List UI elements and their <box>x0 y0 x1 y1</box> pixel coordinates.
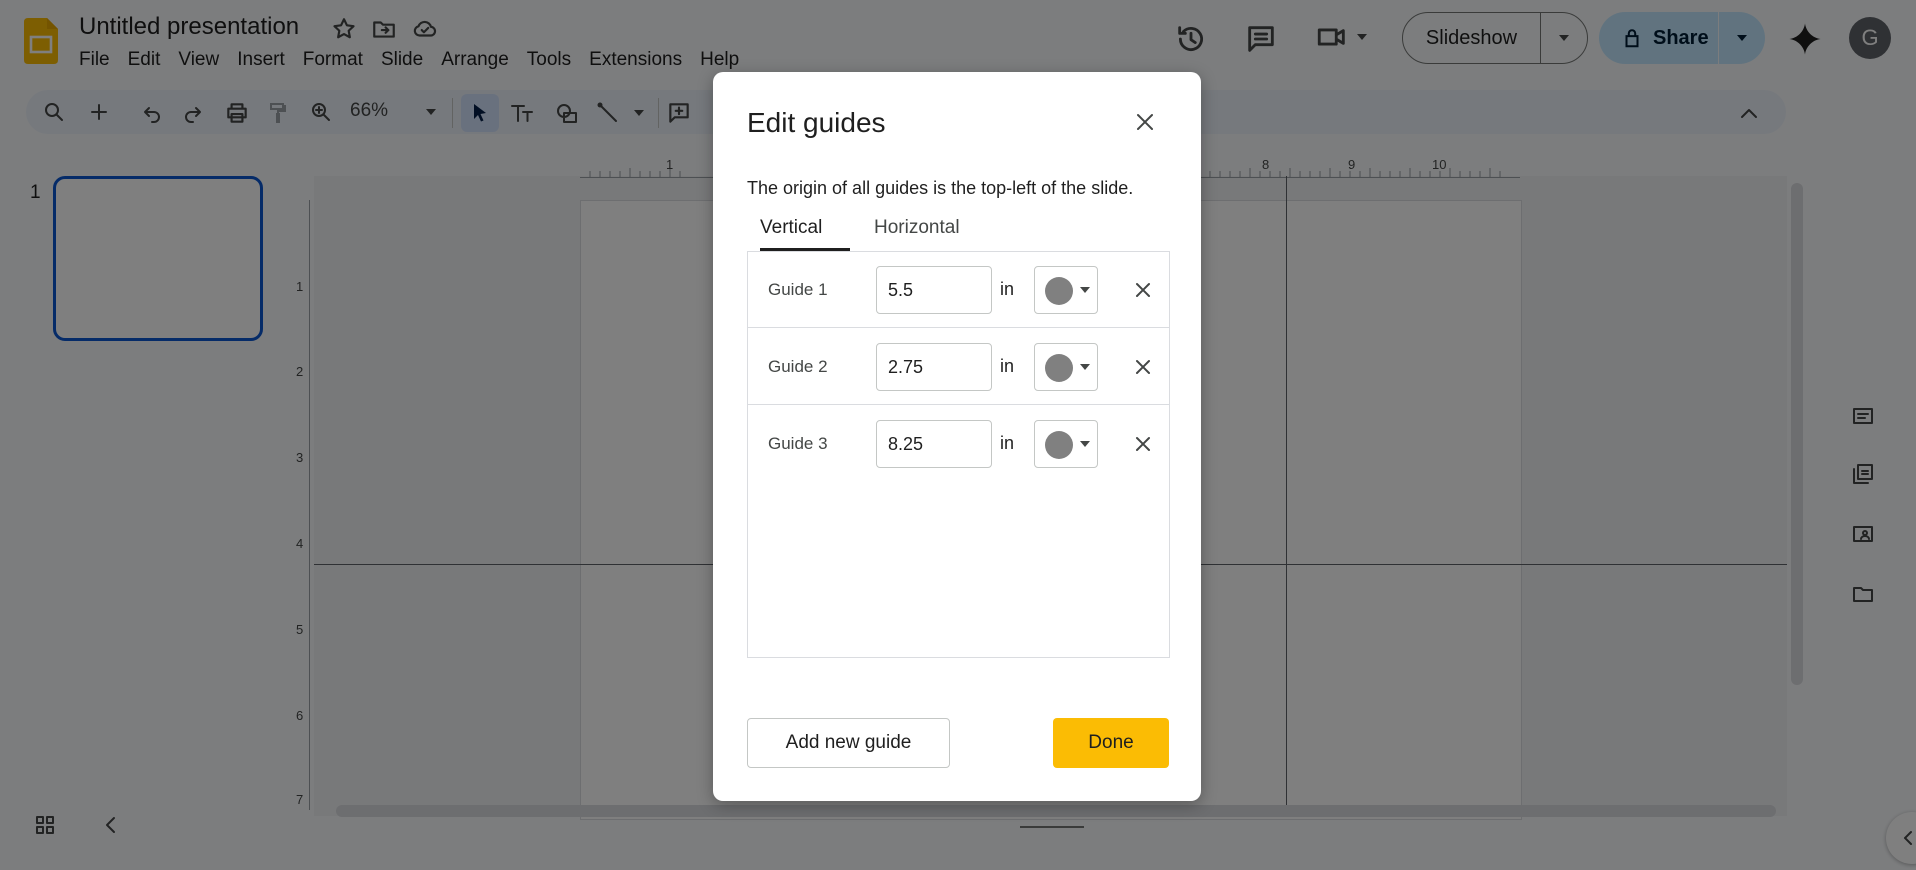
guide-label: Guide 2 <box>768 357 828 376</box>
guide-row: Guide 1 in <box>748 252 1169 328</box>
dialog-description: The origin of all guides is the top-left… <box>747 178 1134 198</box>
guide-position-input[interactable] <box>876 266 992 314</box>
add-new-guide-button[interactable]: Add new guide <box>747 718 950 768</box>
guide-position-input[interactable] <box>876 343 992 391</box>
guide-color-picker[interactable] <box>1034 420 1098 468</box>
guide-row: Guide 2 in <box>748 329 1169 405</box>
unit-label: in <box>1000 279 1015 299</box>
done-button[interactable]: Done <box>1053 718 1169 768</box>
edit-guides-dialog: Edit guides The origin of all guides is … <box>713 72 1201 801</box>
delete-guide-icon[interactable] <box>1131 278 1155 302</box>
guide-color-picker[interactable] <box>1034 266 1098 314</box>
chevron-down-icon <box>1080 441 1090 447</box>
close-icon[interactable] <box>1133 110 1157 134</box>
chevron-down-icon <box>1080 287 1090 293</box>
guide-label: Guide 3 <box>768 434 828 453</box>
guide-position-input[interactable] <box>876 420 992 468</box>
dialog-title: Edit guides <box>747 107 886 138</box>
guide-row: Guide 3 in <box>748 406 1169 482</box>
guide-list: Guide 1 in Guide 2 in Guide 3 in <box>747 251 1170 658</box>
unit-label: in <box>1000 433 1015 453</box>
color-swatch <box>1045 354 1073 382</box>
chevron-down-icon <box>1080 364 1090 370</box>
color-swatch <box>1045 431 1073 459</box>
tab-horizontal[interactable]: Horizontal <box>874 217 960 253</box>
unit-label: in <box>1000 356 1015 376</box>
color-swatch <box>1045 277 1073 305</box>
guide-label: Guide 1 <box>768 280 828 299</box>
guide-color-picker[interactable] <box>1034 343 1098 391</box>
delete-guide-icon[interactable] <box>1131 355 1155 379</box>
delete-guide-icon[interactable] <box>1131 432 1155 456</box>
